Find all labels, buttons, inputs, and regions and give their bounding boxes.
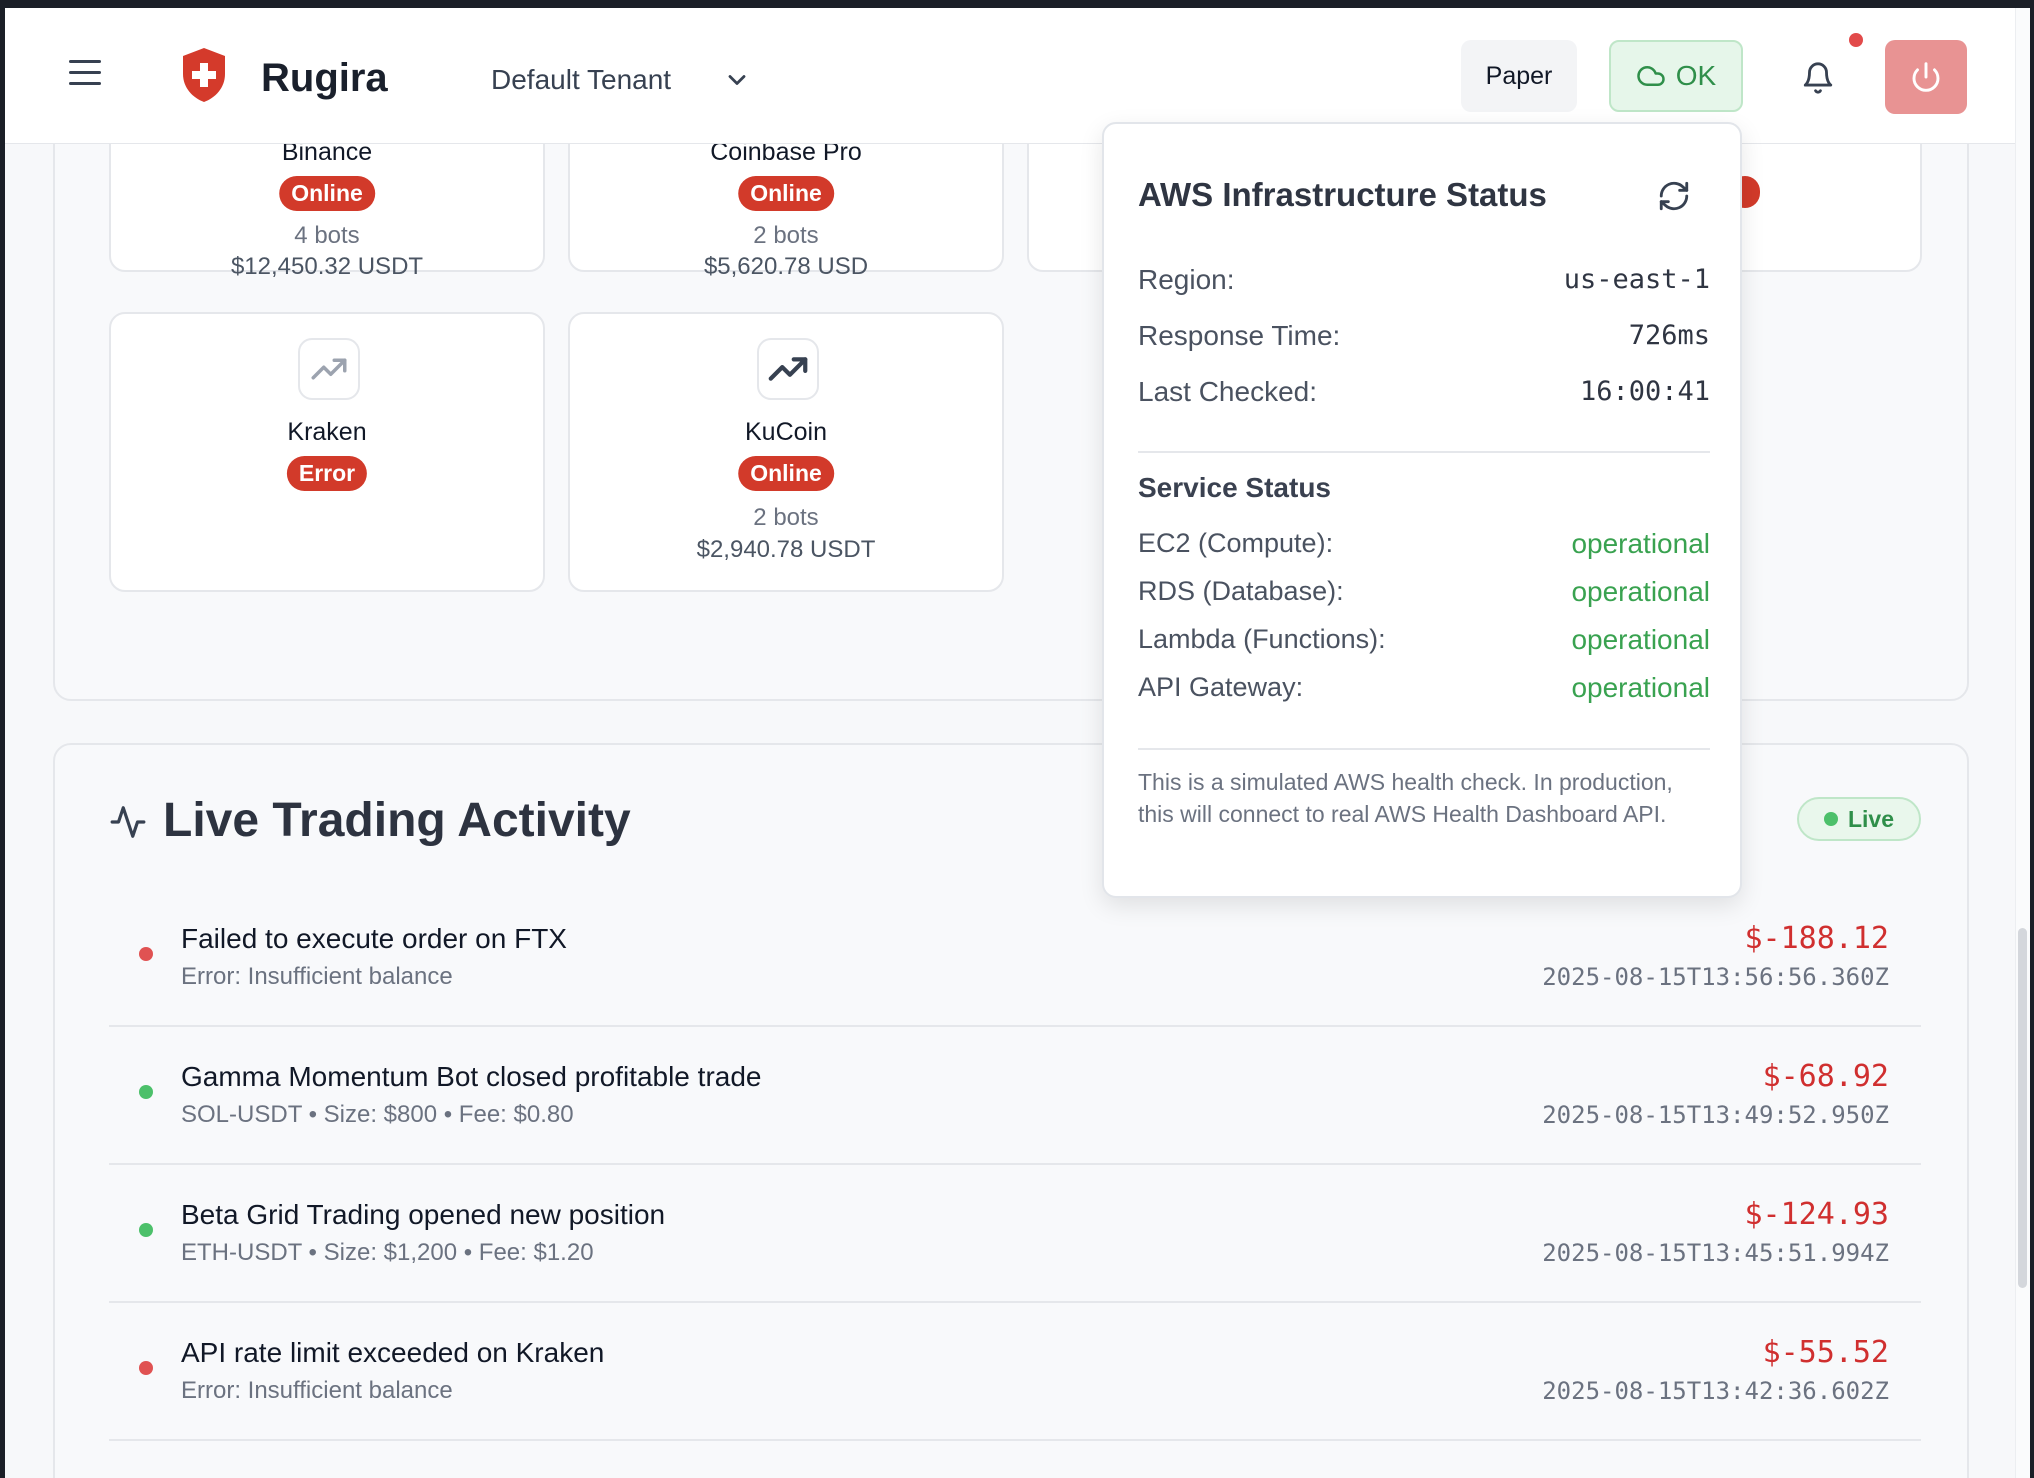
cloud-icon [1637, 66, 1665, 86]
activity-row[interactable]: Gamma Momentum Bot closed profitable tra… [109, 1027, 1921, 1165]
status-badge: Online [279, 176, 375, 211]
status-dot [139, 1361, 153, 1375]
activity-timestamp: 2025-08-15T13:45:51.994Z [1542, 1239, 1889, 1267]
menu-line [69, 82, 101, 85]
activity-amount: $-188.12 [1744, 921, 1890, 956]
live-indicator: Live [1797, 797, 1921, 841]
exchange-bots: 4 bots [294, 222, 360, 249]
activity-title: API rate limit exceeded on Kraken [181, 1337, 605, 1368]
activity-timestamp: 2025-08-15T13:49:52.950Z [1542, 1101, 1889, 1129]
refresh-icon[interactable] [1657, 179, 1691, 213]
scrollbar-thumb[interactable] [2018, 928, 2027, 1288]
menu-line [69, 71, 101, 74]
region-value: us-east-1 [1563, 264, 1710, 295]
exchange-card-kraken[interactable]: Kraken Error [109, 312, 545, 592]
popover-title: AWS Infrastructure Status [1138, 176, 1547, 213]
trending-up-icon [757, 338, 819, 400]
activity-subtitle: SOL-USDT • Size: $800 • Fee: $0.80 [181, 1101, 574, 1128]
service-status-heading: Service Status [1138, 472, 1331, 503]
status-dot [139, 1085, 153, 1099]
notification-dot [1849, 33, 1863, 47]
paper-mode-button[interactable]: Paper [1461, 40, 1577, 112]
exchange-balance: $5,620.78 USD [703, 253, 869, 280]
shield-logo-icon [183, 48, 225, 102]
menu-icon[interactable] [69, 60, 101, 92]
service-row-lambda: Lambda (Functions): operational [1138, 624, 1710, 655]
exchange-card-kucoin[interactable]: KuCoin Online 2 bots $2,940.78 USDT [568, 312, 1004, 592]
service-row-ec2: EC2 (Compute): operational [1138, 528, 1710, 559]
aws-status-button[interactable]: OK [1609, 40, 1743, 112]
activity-title: Gamma Momentum Bot closed profitable tra… [181, 1061, 762, 1092]
service-row-rds: RDS (Database): operational [1138, 576, 1710, 607]
status-badge: Error [286, 456, 368, 491]
exchange-name: Kraken [287, 418, 367, 446]
service-status: operational [1571, 576, 1710, 607]
power-icon [1912, 62, 1940, 92]
activity-subtitle: Error: Insufficient balance [181, 963, 453, 990]
live-dot [1823, 812, 1838, 826]
service-status: operational [1571, 528, 1710, 559]
activity-amount: $-68.92 [1762, 1059, 1889, 1094]
power-button[interactable] [1885, 40, 1967, 114]
status-dot [139, 1223, 153, 1237]
brand-name: Rugira [261, 56, 388, 100]
activity-row[interactable]: Beta Grid Trading opened new position ET… [109, 1165, 1921, 1303]
status-dot [139, 947, 153, 961]
response-time-label: Response Time: [1138, 320, 1341, 351]
activity-amount: $-55.52 [1762, 1335, 1889, 1370]
activity-timestamp: 2025-08-15T13:56:56.360Z [1542, 963, 1889, 991]
region-label: Region: [1138, 264, 1235, 295]
service-label: RDS (Database): [1138, 576, 1344, 606]
service-label: Lambda (Functions): [1138, 624, 1386, 654]
divider [1138, 748, 1710, 750]
simulation-note: This is a simulated AWS health check. In… [1138, 769, 1673, 827]
exchange-balance: $12,450.32 USDT [230, 253, 424, 280]
app-viewport: Binance Online 4 bots $12,450.32 USDT Co… [5, 8, 2030, 1478]
menu-line [69, 60, 101, 63]
service-label: EC2 (Compute): [1138, 528, 1334, 558]
last-checked-row: Last Checked: 16:00:41 [1138, 376, 1710, 408]
last-checked-label: Last Checked: [1138, 376, 1317, 407]
activity-icon [110, 806, 146, 838]
exchange-name: KuCoin [745, 418, 827, 446]
divider [1138, 451, 1710, 453]
service-status: operational [1571, 624, 1710, 655]
aws-status-label: OK [1675, 60, 1717, 91]
region-row: Region: us-east-1 [1138, 264, 1710, 296]
section-title: Live Trading Activity [163, 794, 631, 847]
activity-title: Beta Grid Trading opened new position [181, 1199, 666, 1230]
activity-title: Failed to execute order on FTX [181, 923, 567, 954]
tenant-selector[interactable]: Default Tenant [491, 64, 671, 96]
exchange-balance: $2,940.78 USDT [696, 536, 876, 563]
activity-subtitle: ETH-USDT • Size: $1,200 • Fee: $1.20 [181, 1239, 594, 1266]
service-row-api-gateway: API Gateway: operational [1138, 672, 1710, 703]
activity-subtitle: Error: Insufficient balance [181, 1377, 453, 1404]
scrollbar[interactable] [2015, 8, 2030, 1478]
aws-status-popover: AWS Infrastructure Status Region: us-eas… [1102, 122, 1742, 898]
response-time-row: Response Time: 726ms [1138, 320, 1710, 352]
live-label: Live [1847, 805, 1895, 832]
exchange-bots: 2 bots [753, 504, 819, 531]
activity-row[interactable]: API rate limit exceeded on Kraken Error:… [109, 1303, 1921, 1441]
trending-up-icon [298, 338, 360, 400]
service-label: API Gateway: [1138, 672, 1304, 702]
last-checked-value: 16:00:41 [1579, 376, 1710, 407]
activity-amount: $-124.93 [1744, 1197, 1890, 1232]
status-badge: Online [738, 456, 834, 491]
response-time-value: 726ms [1628, 320, 1710, 351]
status-badge: Online [738, 176, 834, 211]
activity-timestamp: 2025-08-15T13:42:36.602Z [1542, 1377, 1889, 1405]
activity-row[interactable]: Failed to execute order on FTX Error: In… [109, 889, 1921, 1027]
service-status: operational [1571, 672, 1710, 703]
bell-icon[interactable] [1801, 60, 1835, 96]
exchange-bots: 2 bots [753, 222, 819, 249]
chevron-down-icon[interactable] [723, 66, 751, 94]
